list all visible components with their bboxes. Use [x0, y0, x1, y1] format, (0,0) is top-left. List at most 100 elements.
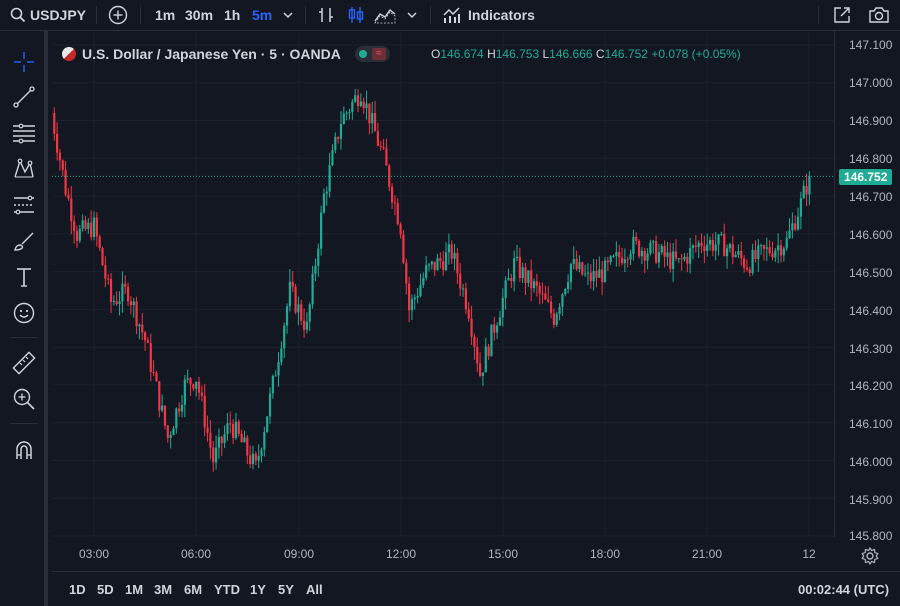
magnet-tool[interactable] [10, 436, 38, 464]
text-icon [17, 268, 31, 287]
candle-body [652, 241, 655, 243]
candle-body [572, 258, 575, 264]
range-1y[interactable]: 1Y [250, 582, 266, 597]
zoom-in-tool[interactable] [10, 385, 38, 413]
candles-button[interactable] [346, 0, 366, 30]
candle-body [760, 245, 763, 247]
candle-body [368, 103, 371, 124]
candle-body [226, 423, 229, 435]
candle-body [493, 324, 496, 333]
candle-body [325, 191, 328, 194]
crosshair-tool[interactable] [10, 48, 38, 76]
candle-body [694, 245, 697, 247]
horizontal-lines-tool[interactable] [10, 119, 38, 147]
candle-body [669, 252, 672, 269]
candle-body [348, 111, 351, 113]
candle-body [322, 193, 326, 213]
brush-tool[interactable] [10, 227, 38, 255]
candle-body [254, 453, 257, 461]
range-1d[interactable]: 1D [69, 582, 86, 597]
interval-1m[interactable]: 1m [155, 0, 175, 30]
price-axis[interactable]: 147.100 147.000 146.900 146.800 146.700 … [834, 31, 900, 543]
interval-1h[interactable]: 1h [224, 0, 240, 30]
ruler-tool[interactable] [10, 349, 38, 377]
candle-body [342, 113, 345, 125]
range-ytd[interactable]: YTD [214, 582, 240, 597]
range-5d[interactable]: 5D [97, 582, 114, 597]
candle-body [180, 404, 184, 412]
candle-body [126, 286, 130, 302]
candle-body [240, 433, 243, 443]
range-5y[interactable]: 5Y [278, 582, 294, 597]
candle-body [691, 245, 695, 249]
candle-body [302, 320, 306, 330]
interval-30m[interactable]: 30m [185, 0, 213, 30]
range-3m[interactable]: 3M [154, 582, 172, 597]
symbol-search[interactable]: USDJPY [10, 0, 86, 30]
price-tick: 145.900 [849, 493, 893, 507]
high-label: H [487, 47, 496, 61]
candlestick-chart[interactable] [50, 31, 834, 537]
candle-body [442, 261, 445, 270]
candle-body [95, 217, 98, 237]
range-6m[interactable]: 6M [184, 582, 202, 597]
candle-body [802, 185, 805, 199]
chart-type-dropdown[interactable] [406, 0, 418, 30]
candle-body [487, 346, 490, 357]
candle-body [708, 240, 712, 245]
compare-symbol-button[interactable] [108, 0, 128, 30]
candle-body [351, 101, 354, 112]
candle-body [782, 248, 785, 256]
candle-body [78, 228, 81, 241]
emoji-tool[interactable] [10, 299, 38, 327]
time-axis[interactable]: 03:00 06:00 09:00 12:00 15:00 18:00 21:0… [52, 537, 834, 571]
candle-body [743, 258, 746, 268]
candle-body [53, 113, 56, 134]
candle-body [73, 221, 76, 232]
candle-body [390, 186, 394, 203]
candle-body [209, 432, 212, 448]
chart-settings-button[interactable] [860, 546, 880, 566]
chart-pane[interactable] [50, 31, 834, 537]
market-status-badge[interactable]: ≈ [354, 46, 390, 62]
ruler-icon [12, 351, 36, 375]
candle-body [632, 236, 635, 254]
candle-body [356, 95, 360, 106]
candle-body [615, 252, 618, 257]
fib-channel-tool[interactable] [10, 191, 38, 219]
candle-body [362, 101, 365, 109]
candle-body [589, 272, 592, 282]
candle-body [578, 262, 581, 270]
text-tool[interactable] [10, 263, 38, 291]
open-in-new-window-button[interactable] [832, 0, 852, 30]
pattern-tool[interactable] [10, 155, 38, 183]
candle-body [530, 270, 533, 289]
candle-body [655, 241, 658, 263]
candle-body [490, 324, 493, 357]
candle-body [575, 258, 578, 270]
open-value: 146.674 [440, 47, 484, 61]
interval-5m[interactable]: 5m [252, 0, 272, 30]
candle-body [274, 375, 277, 377]
interval-dropdown[interactable] [282, 0, 294, 30]
trend-line-tool[interactable] [10, 83, 38, 111]
range-all[interactable]: All [306, 582, 323, 597]
candle-body [603, 260, 607, 283]
indicators-button[interactable]: Indicators [442, 0, 535, 30]
candle-body [84, 220, 87, 230]
series-title[interactable]: U.S. Dollar / Japanese Yen · 5 · OANDA [82, 46, 341, 62]
candle-body [467, 309, 470, 319]
price-tick: 146.200 [849, 379, 893, 393]
candle-body [334, 136, 337, 151]
candle-body [212, 447, 215, 463]
screenshot-button[interactable] [868, 0, 890, 30]
utc-clock[interactable]: 00:02:44 (UTC) [798, 582, 889, 597]
bar-type-button[interactable] [316, 0, 336, 30]
area-chart-button[interactable] [373, 0, 397, 30]
candle-body [725, 248, 729, 257]
candle-body [771, 253, 774, 258]
candle-body [161, 405, 164, 411]
candle-body [450, 244, 453, 259]
candle-body [107, 278, 110, 280]
range-1m[interactable]: 1M [125, 582, 143, 597]
